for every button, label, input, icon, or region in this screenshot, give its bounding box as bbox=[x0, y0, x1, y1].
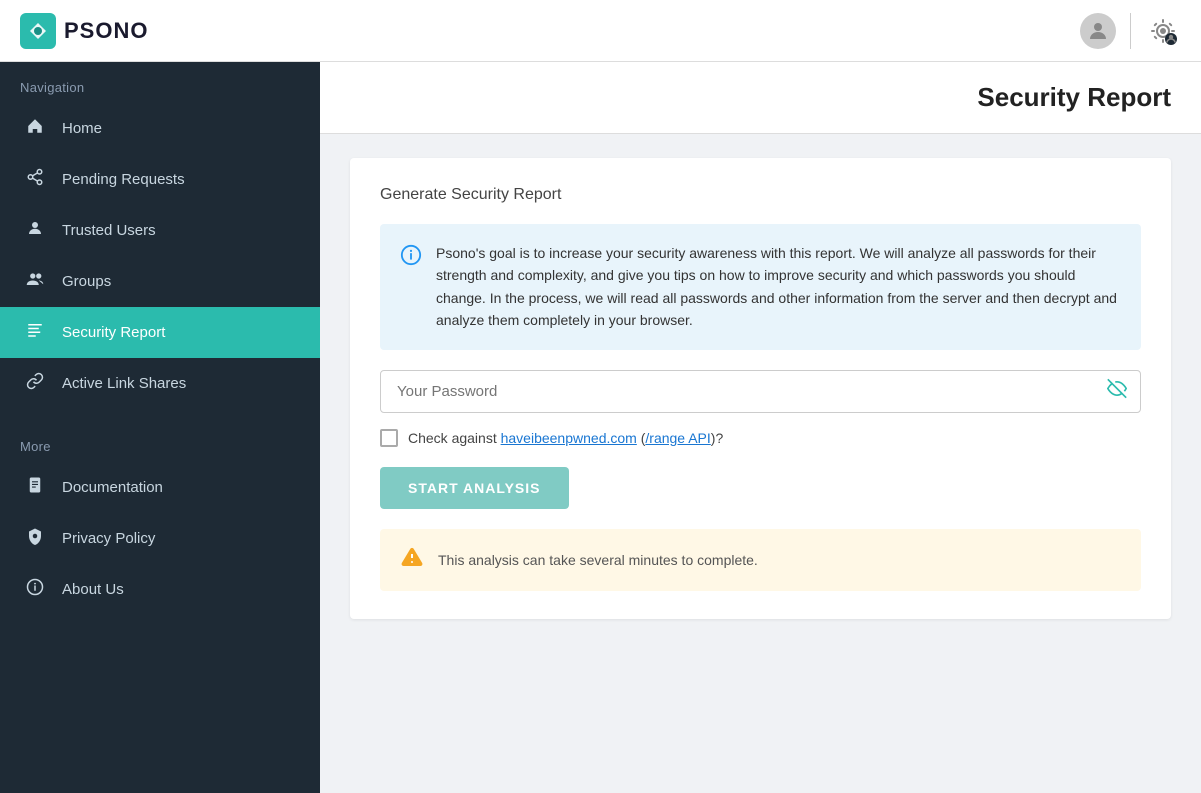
share-icon bbox=[24, 168, 46, 191]
info-icon bbox=[24, 578, 46, 601]
header-divider bbox=[1130, 13, 1131, 49]
sidebar-item-about-us[interactable]: About Us bbox=[0, 564, 320, 615]
security-report-icon bbox=[24, 321, 46, 344]
sidebar-item-documentation[interactable]: Documentation bbox=[0, 462, 320, 513]
privacy-icon bbox=[24, 527, 46, 550]
psono-logo-icon bbox=[20, 13, 56, 49]
info-text: Psono's goal is to increase your securit… bbox=[436, 242, 1121, 332]
warning-box: This analysis can take several minutes t… bbox=[380, 529, 1141, 591]
security-report-card: Generate Security Report Psono's goal is… bbox=[350, 158, 1171, 619]
sidebar-item-link-shares-label: Active Link Shares bbox=[62, 375, 186, 392]
sidebar-item-trusted-label: Trusted Users bbox=[62, 222, 156, 239]
nav-section-label: Navigation bbox=[0, 62, 320, 103]
info-circle-icon bbox=[400, 244, 422, 272]
password-toggle-icon[interactable] bbox=[1107, 379, 1127, 404]
person-icon bbox=[24, 219, 46, 242]
user-avatar-icon[interactable] bbox=[1080, 13, 1116, 49]
checkbox-pre-text: Check against bbox=[408, 430, 501, 446]
password-input[interactable] bbox=[380, 370, 1141, 413]
warning-triangle-icon bbox=[400, 545, 424, 575]
warning-text: This analysis can take several minutes t… bbox=[438, 552, 758, 568]
sidebar-item-groups[interactable]: Groups bbox=[0, 256, 320, 307]
sidebar-item-privacy-label: Privacy Policy bbox=[62, 530, 155, 547]
sidebar-item-privacy-policy[interactable]: Privacy Policy bbox=[0, 513, 320, 564]
sidebar-item-about-label: About Us bbox=[62, 581, 124, 598]
header: PSONO bbox=[0, 0, 1201, 62]
sidebar-item-security-report[interactable]: Security Report bbox=[0, 307, 320, 358]
more-section-label: More bbox=[0, 421, 320, 462]
sidebar: Navigation Home Pending Requests Trusted… bbox=[0, 62, 320, 793]
sidebar-item-pending-requests[interactable]: Pending Requests bbox=[0, 154, 320, 205]
sidebar-item-groups-label: Groups bbox=[62, 273, 111, 290]
sidebar-item-security-label: Security Report bbox=[62, 324, 165, 341]
info-box: Psono's goal is to increase your securit… bbox=[380, 224, 1141, 350]
card-title: Generate Security Report bbox=[380, 186, 1141, 204]
logo: PSONO bbox=[20, 13, 148, 49]
page-title: Security Report bbox=[977, 82, 1171, 113]
checkbox-post-text: )? bbox=[711, 430, 723, 446]
password-field-wrapper bbox=[380, 370, 1141, 413]
sidebar-item-active-link-shares[interactable]: Active Link Shares bbox=[0, 358, 320, 409]
logo-text: PSONO bbox=[64, 18, 148, 44]
group-icon bbox=[24, 270, 46, 293]
haveibeenpwned-link[interactable]: haveibeenpwned.com bbox=[501, 430, 637, 446]
header-actions bbox=[1080, 13, 1181, 49]
sidebar-item-trusted-users[interactable]: Trusted Users bbox=[0, 205, 320, 256]
documentation-icon bbox=[24, 476, 46, 499]
sidebar-item-home-label: Home bbox=[62, 120, 102, 137]
settings-icon[interactable] bbox=[1145, 13, 1181, 49]
haveibeenpwned-checkbox[interactable] bbox=[380, 429, 398, 447]
sidebar-item-home[interactable]: Home bbox=[0, 103, 320, 154]
range-api-link[interactable]: /range API bbox=[645, 430, 710, 446]
start-analysis-button[interactable]: START ANALYSIS bbox=[380, 467, 569, 509]
main-content: Security Report Generate Security Report… bbox=[320, 62, 1201, 793]
sidebar-item-documentation-label: Documentation bbox=[62, 479, 163, 496]
haveibeenpwned-checkbox-row: Check against haveibeenpwned.com (/range… bbox=[380, 429, 1141, 447]
checkbox-label: Check against haveibeenpwned.com (/range… bbox=[408, 430, 723, 446]
content-area: Generate Security Report Psono's goal is… bbox=[320, 134, 1201, 643]
layout: Navigation Home Pending Requests Trusted… bbox=[0, 62, 1201, 793]
page-title-bar: Security Report bbox=[320, 62, 1201, 134]
home-icon bbox=[24, 117, 46, 140]
link-icon bbox=[24, 372, 46, 395]
sidebar-item-pending-label: Pending Requests bbox=[62, 171, 185, 188]
